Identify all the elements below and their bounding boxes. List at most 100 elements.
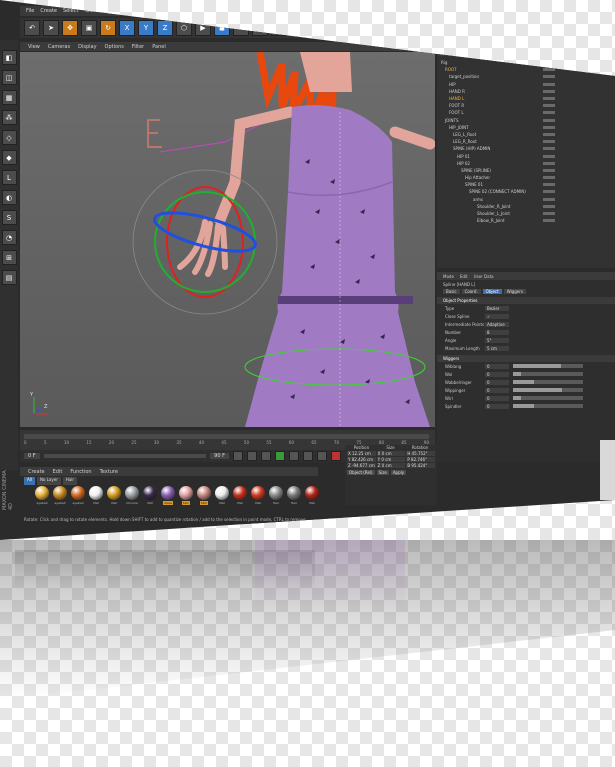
3d-viewport[interactable]: Y Z: [20, 52, 435, 427]
end-frame-field[interactable]: 90 F: [210, 453, 229, 459]
property-value[interactable]: 0: [485, 387, 509, 393]
object-tree-item[interactable]: SPINE 02 (CONNECT ADMIN): [437, 188, 615, 195]
object-tree-item[interactable]: HIP 01: [437, 152, 615, 159]
property-value[interactable]: 5°: [485, 337, 509, 343]
rotate-tool-button[interactable]: ↻: [100, 20, 116, 36]
viewport-menu-filter[interactable]: Filter: [132, 44, 144, 50]
apply-button[interactable]: Apply: [390, 470, 407, 475]
material-swatch[interactable]: Hair: [268, 486, 284, 516]
material-swatch[interactable]: Mat: [142, 486, 158, 516]
coordinate-tool-button[interactable]: ⬡: [176, 20, 192, 36]
play-button[interactable]: [275, 451, 285, 461]
object-tree-item[interactable]: FOOT R: [437, 102, 615, 109]
material-tab-hair[interactable]: Hair: [62, 477, 78, 485]
object-tree-item[interactable]: arms: [437, 196, 615, 203]
coordinate-mode-dropdown[interactable]: Object (Rel): [347, 470, 375, 475]
material-swatch[interactable]: Skin: [178, 486, 194, 516]
attribute-tab-wiggers[interactable]: Wiggers: [503, 289, 526, 294]
light-tool-button[interactable]: ✺: [328, 20, 344, 36]
next-frame-button[interactable]: [289, 451, 299, 461]
axis-mode-button[interactable]: L: [1, 170, 17, 185]
move-tool-button[interactable]: ✥: [62, 20, 78, 36]
menu-sculpt[interactable]: Sculpt: [219, 8, 235, 14]
object-tree-item[interactable]: LEG_L_Root: [437, 131, 615, 138]
attribute-menu-mode[interactable]: Mode: [443, 274, 454, 279]
material-swatch[interactable]: Chrome: [124, 486, 140, 516]
object-visibility-toggles[interactable]: [543, 132, 555, 136]
property-value[interactable]: 8: [485, 329, 509, 335]
go-to-start-button[interactable]: [233, 451, 243, 461]
coordinate-field[interactable]: Y 82.426 cm: [347, 457, 376, 462]
previous-frame-button[interactable]: [261, 451, 271, 461]
property-value[interactable]: 0: [485, 363, 509, 369]
object-visibility-toggles[interactable]: [543, 104, 555, 108]
pointer-tool-button[interactable]: ➤: [43, 20, 59, 36]
object-menu-file[interactable]: File: [443, 50, 450, 55]
subdivision-tool-button[interactable]: ◍: [252, 20, 268, 36]
attribute-tab-basic[interactable]: Basic: [443, 289, 460, 294]
z-axis-tool-button[interactable]: Z: [157, 20, 173, 36]
hand-control-e-shape[interactable]: [147, 119, 162, 148]
material-swatch[interactable]: Mat: [88, 486, 104, 516]
menu-select[interactable]: Select: [63, 8, 78, 14]
viewport-scene[interactable]: Y Z: [20, 52, 435, 427]
object-tree-item[interactable]: Hip Attacher: [437, 174, 615, 181]
menu-animate[interactable]: Animate: [141, 8, 162, 14]
property-value[interactable]: 0: [485, 371, 509, 377]
edge-mode-button[interactable]: ◇: [1, 130, 17, 145]
viewport-menu-options[interactable]: Options: [105, 44, 124, 50]
attribute-tab-object[interactable]: Object: [482, 289, 502, 294]
menu-snap[interactable]: Snap: [122, 8, 135, 14]
make-editable-button[interactable]: ◧: [1, 50, 17, 65]
material-swatch[interactable]: Hair: [286, 486, 302, 516]
material-swatch[interactable]: Mat: [106, 486, 122, 516]
object-visibility-toggles[interactable]: [543, 140, 555, 144]
coordinate-field[interactable]: P 82.746°: [406, 457, 436, 462]
object-visibility-toggles[interactable]: [543, 168, 555, 172]
pen-tool-button[interactable]: ✎: [233, 20, 249, 36]
material-swatch[interactable]: eyeball: [34, 486, 50, 516]
property-slider[interactable]: [513, 372, 583, 376]
model-mode-button[interactable]: ◫: [1, 70, 17, 85]
property-value[interactable]: 0: [485, 395, 509, 401]
material-swatch[interactable]: dress: [160, 486, 176, 516]
object-visibility-toggles[interactable]: [543, 97, 555, 101]
material-menu-function[interactable]: Function: [70, 469, 91, 475]
object-visibility-toggles[interactable]: [543, 61, 555, 65]
object-tree-item[interactable]: ROOT: [437, 66, 615, 73]
viewport-menu-cameras[interactable]: Cameras: [48, 44, 70, 50]
material-tab-all[interactable]: All: [24, 477, 35, 485]
attribute-tab-coord[interactable]: Coord.: [461, 289, 481, 294]
attribute-menu-edit[interactable]: Edit: [460, 274, 468, 279]
material-swatch[interactable]: Mat: [250, 486, 266, 516]
object-visibility-toggles[interactable]: [543, 111, 555, 115]
material-tab-no-layer[interactable]: No Layer: [36, 477, 61, 485]
property-value[interactable]: 0: [485, 379, 509, 385]
object-tree-item[interactable]: JOINTS: [437, 117, 615, 124]
coordinate-field[interactable]: Z -94.677 cm: [347, 463, 376, 468]
point-mode-button[interactable]: ⁂: [1, 110, 17, 125]
object-visibility-toggles[interactable]: [543, 183, 555, 187]
previous-key-button[interactable]: [247, 451, 257, 461]
menu-tools[interactable]: Tools: [84, 8, 96, 14]
object-tree-item[interactable]: target_position: [437, 73, 615, 80]
object-visibility-toggles[interactable]: [543, 219, 555, 223]
object-visibility-toggles[interactable]: [543, 75, 555, 79]
attribute-menu-user-data[interactable]: User Data: [474, 274, 494, 279]
menu-simulate[interactable]: Simulate: [167, 8, 189, 14]
object-tree-item[interactable]: HAND R: [437, 88, 615, 95]
object-tree-item[interactable]: SPINE (SPLINE): [437, 167, 615, 174]
object-menu-tags[interactable]: Tags: [506, 50, 515, 55]
snap-button[interactable]: S: [1, 210, 17, 225]
object-menu-objects[interactable]: Objects: [485, 50, 500, 55]
object-tree-item[interactable]: FOOT L: [437, 109, 615, 116]
coordinate-field[interactable]: X 0 cm: [376, 451, 406, 456]
array-tool-button[interactable]: ✣: [271, 20, 287, 36]
object-properties-section[interactable]: Object Properties: [437, 297, 615, 304]
menu-file[interactable]: File: [26, 8, 34, 14]
object-tree-item[interactable]: Shoulder_L_Joint: [437, 210, 615, 217]
deformer-tool-button[interactable]: ◭: [290, 20, 306, 36]
property-value[interactable]: Bezier: [485, 305, 509, 311]
go-to-end-button[interactable]: [317, 451, 327, 461]
object-visibility-toggles[interactable]: [543, 125, 555, 129]
